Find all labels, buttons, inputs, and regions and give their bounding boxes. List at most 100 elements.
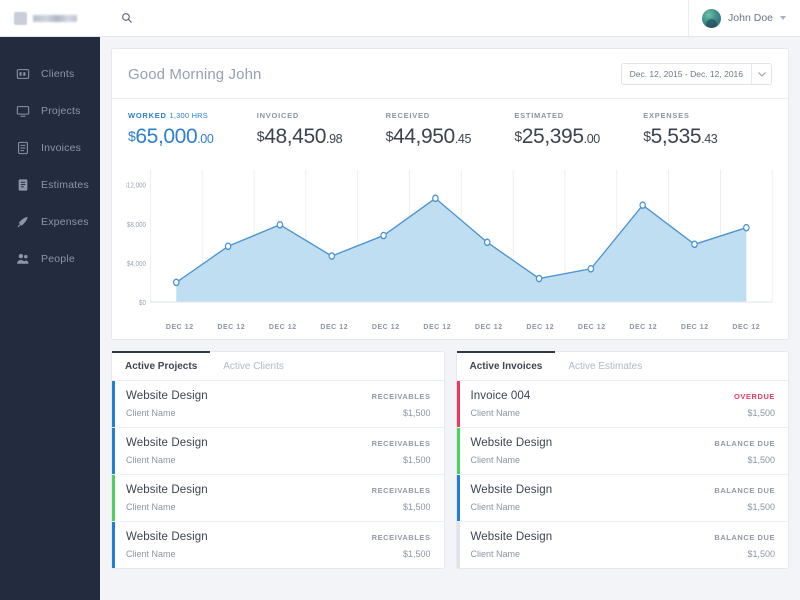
sidebar: Clients ProjectsInvoicesEstimatesExpenses… xyxy=(0,0,100,600)
list-item-client: Client Name xyxy=(471,455,521,465)
people-icon xyxy=(16,252,30,266)
list-item-top-line: Website DesignBALANCE DUE xyxy=(471,484,776,496)
chart-svg: $0$4,000$8,000$12,0002000570079004700680… xyxy=(126,162,774,322)
avatar xyxy=(702,9,721,28)
list-item[interactable]: Website DesignRECEIVABLES Client Name $1,5… xyxy=(112,475,444,522)
stat-label: RECEIVED xyxy=(386,111,515,120)
stats-row: WORKED 1,300 hrs$65,000.00INVOICED$48,45… xyxy=(112,99,788,158)
stat-whole: 25,395 xyxy=(522,125,584,148)
list-item-amount: $1,500 xyxy=(747,549,775,559)
list-item-bottom-line: Client Name$1,500 xyxy=(126,449,431,465)
list-item-top-line: Website DesignBALANCE DUE xyxy=(471,437,776,449)
sidebar-item-invoices[interactable]: Invoices xyxy=(0,129,100,166)
list-item[interactable]: Website DesignRECEIVABLESClient Name$1,5… xyxy=(112,381,444,428)
list-item-body: Invoice 004OVERDUEClient Name$1,500 xyxy=(460,381,789,427)
projects-panel: Active ProjectsActive Clients Website De… xyxy=(111,351,445,569)
chart-data-point[interactable]: 2400 xyxy=(536,275,541,281)
list-item-top-line: Website DesignRECEIVABLES xyxy=(126,437,431,449)
stat-label: ESTIMATED xyxy=(514,111,643,120)
list-item-amount: $1,500 xyxy=(747,455,775,465)
date-range-dropdown-button[interactable] xyxy=(751,64,771,84)
list-item[interactable]: Invoice 004OVERDUEClient Name$1,500 xyxy=(457,381,789,428)
search-button[interactable] xyxy=(100,12,154,24)
chart-x-tick-label: DEC 12 xyxy=(566,324,618,331)
chart-data-point[interactable]: 9900 xyxy=(640,202,645,208)
list-item[interactable]: Website DesignBALANCE DUE Client Name $1,5… xyxy=(457,428,789,475)
dashboard-panel: Good Morning John Dec. 12, 2015 - Dec. 1… xyxy=(111,48,789,340)
list-item-amount: $1,500 xyxy=(747,408,775,418)
sidebar-item-projects[interactable]: Projects xyxy=(0,92,100,129)
list-item-amount: $1,500 xyxy=(403,549,431,559)
date-range-selector[interactable]: Dec. 12, 2015 - Dec. 12, 2016 xyxy=(621,63,772,85)
stat-whole: 48,450 xyxy=(264,125,326,148)
chart-data-point[interactable]: 3400 xyxy=(588,266,593,272)
logo[interactable] xyxy=(0,0,100,37)
list-item-top-line: Website Design BALANCE DUE xyxy=(471,531,776,543)
stat-decimals: .98 xyxy=(326,132,342,146)
chart-data-point[interactable]: 6800 xyxy=(381,232,386,238)
search-input[interactable] xyxy=(154,0,688,36)
user-name: John Doe xyxy=(728,12,773,24)
stat-label: EXPENSES xyxy=(643,111,772,120)
chart-data-point[interactable]: 7900 xyxy=(277,222,282,228)
projects-list: Website DesignRECEIVABLESClient Name$1,5… xyxy=(111,381,445,569)
stat-whole: 5,535 xyxy=(651,125,702,148)
chart-x-tick-label: DEC 12 xyxy=(412,324,464,331)
list-item-title: Website Design xyxy=(126,390,208,402)
tab-active-projects[interactable]: Active Projects xyxy=(112,352,210,380)
list-item-title: Website Design xyxy=(471,437,553,449)
page-title: Good Morning John xyxy=(128,66,261,83)
chart-data-point[interactable]: 5900 xyxy=(692,241,697,247)
bottom-panels: Active ProjectsActive Clients Website De… xyxy=(111,351,789,569)
chart-y-tick-label: $12,000 xyxy=(126,182,146,189)
status-badge: BALANCE DUE xyxy=(714,533,775,542)
sidebar-item-expenses[interactable]: Expenses xyxy=(0,203,100,240)
chevron-down-icon xyxy=(758,72,766,77)
list-item-title: Website Design xyxy=(471,531,553,543)
list-item-top-line: Website DesignRECEIVABLES xyxy=(126,531,431,543)
sidebar-item-clients[interactable]: Clients xyxy=(0,55,100,92)
chart-data-point[interactable]: 4700 xyxy=(329,253,334,259)
chart-y-tick-label: $8,000 xyxy=(127,221,146,228)
stat-worked: WORKED 1,300 hrs$65,000.00 xyxy=(128,111,257,149)
stat-received: RECEIVED$44,950.45 xyxy=(386,111,515,149)
chart-data-point[interactable]: 7600 xyxy=(744,225,749,231)
stat-value: $25,395.00 xyxy=(514,125,643,149)
list-item-body: Website DesignBALANCE DUEClient Name$1,5… xyxy=(460,522,789,568)
list-item[interactable]: Website DesignRECEIVABLESClient Name$1,5… xyxy=(112,428,444,475)
sidebar-item-label: Clients xyxy=(41,68,75,80)
sidebar-item-people[interactable]: People xyxy=(0,240,100,277)
tab-active-clients[interactable]: Active Clients xyxy=(210,352,297,380)
list-item-client: Client Name xyxy=(471,408,521,418)
tab-active-estimates[interactable]: Active Estimates xyxy=(555,352,655,380)
stat-currency: $ xyxy=(386,128,393,144)
logo-wordmark xyxy=(33,15,77,22)
list-item-top-line: Website DesignRECEIVABLES xyxy=(126,484,431,496)
stat-decimals: .45 xyxy=(455,132,471,146)
user-menu[interactable]: John Doe xyxy=(688,0,800,36)
chart-container: $0$4,000$8,000$12,0002000570079004700680… xyxy=(112,158,788,339)
invoices-panel: Active InvoicesActive Estimates Invoice … xyxy=(456,351,790,569)
stat-currency: $ xyxy=(514,128,521,144)
chart-data-point[interactable]: 10600 xyxy=(433,195,438,201)
list-item-title: Website Design xyxy=(126,484,208,496)
chart-data-point[interactable]: 5700 xyxy=(225,243,230,249)
stat-expenses: EXPENSES$5,535.43 xyxy=(643,111,772,149)
chart-data-point[interactable]: 2000 xyxy=(174,279,179,285)
sidebar-item-estimates[interactable]: Estimates xyxy=(0,166,100,203)
tab-active-invoices[interactable]: Active Invoices xyxy=(457,352,556,380)
list-item-top-line: Website DesignRECEIVABLES xyxy=(126,390,431,402)
sidebar-item-label: People xyxy=(41,253,75,265)
stat-value: $65,000.00 xyxy=(128,125,257,149)
list-item[interactable]: Website DesignRECEIVABLESClient Name$1,5… xyxy=(112,522,444,568)
chart-data-point[interactable]: 6100 xyxy=(485,239,490,245)
list-item-client: Client Name xyxy=(126,502,176,512)
list-item[interactable]: Website DesignBALANCE DUEClient Name$1,5… xyxy=(457,475,789,522)
list-item-body: Website DesignRECEIVABLESClient Name$1,5… xyxy=(115,428,444,474)
status-badge: RECEIVABLES xyxy=(372,439,431,448)
stat-whole: 65,000 xyxy=(135,125,197,148)
chart-y-tick-label: $0 xyxy=(139,300,146,307)
chevron-down-icon xyxy=(780,16,786,20)
list-item[interactable]: Website DesignBALANCE DUEClient Name$1,5… xyxy=(457,522,789,568)
list-item-amount: $1,500 xyxy=(403,502,431,512)
